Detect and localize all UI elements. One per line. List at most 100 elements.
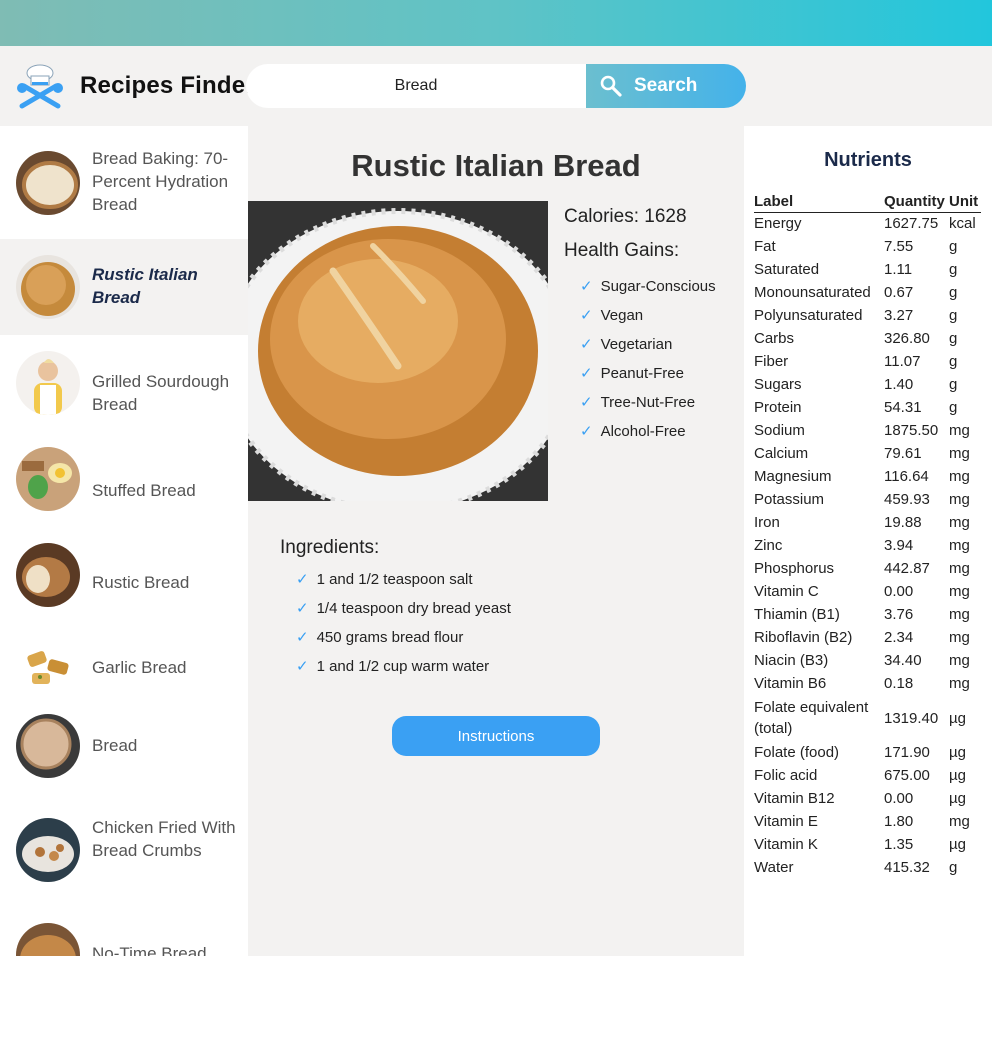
nutrient-label: Thiamin (B1) [754,606,840,623]
recipe-list-sidebar: Bread Baking: 70-Percent Hydration Bread… [0,126,248,956]
search-button-label: Search [634,75,698,96]
list-item: ✓ 1/4 teaspoon dry bread yeast [296,594,511,623]
nutrient-unit: mg [949,491,970,508]
nutrient-quantity: 3.27 [884,307,914,324]
instructions-button[interactable]: Instructions [392,716,600,756]
nutrient-quantity: 19.88 [884,514,922,531]
nutrient-unit: g [949,353,958,370]
list-item: ✓ Alcohol-Free [580,417,716,446]
recipe-thumbnail [16,543,80,607]
check-icon: ✓ [580,307,593,324]
check-icon: ✓ [580,336,593,353]
nutrient-label: Riboflavin (B2) [754,629,853,646]
nutrient-label: Sodium [754,422,805,439]
list-item: ✓ Peanut-Free [580,359,716,388]
table-row: Water 415.32 g [754,856,981,879]
sidebar-item-bread-baking[interactable]: Bread Baking: 70-Percent Hydration Bread [0,126,248,239]
nutrients-table: Label Quantity Unit Energy 1627.75 kcal Fat… [754,192,981,879]
nutrient-quantity: 3.94 [884,537,914,554]
nutrient-unit: mg [949,606,970,623]
recipe-detail-panel: Rustic Italian Bread Calories: 1628 Heal… [248,126,744,956]
nutrient-label: Sugars [754,376,802,393]
table-row: Carbs 326.80 g [754,327,981,350]
nutrient-label: Protein [754,399,802,416]
sidebar-item-stuffed-bread[interactable]: Stuffed Bread [0,439,248,535]
nutrient-quantity: 171.90 [884,744,930,761]
nutrient-quantity: 442.87 [884,560,930,577]
sidebar-item-no-time-bread[interactable]: No-Time Bread [0,911,248,956]
nutrient-unit: g [949,307,958,324]
nutrient-unit: mg [949,560,970,577]
list-item: ✓ Vegan [580,301,716,330]
nutrient-quantity: 1.11 [884,261,913,278]
nutrient-quantity: 1627.75 [884,215,939,233]
nutrient-quantity: 1.80 [884,813,914,830]
search-input[interactable] [246,64,586,108]
nutrient-label: Vitamin B12 [754,790,835,807]
table-row: Sugars 1.40 g [754,373,981,396]
table-row: Iron 19.88 mg [754,511,981,534]
table-header-row: Label Quantity Unit [754,192,981,213]
sidebar-item-label: Rustic Bread [92,573,190,592]
recipe-thumbnail [16,635,80,699]
nutrient-label: Vitamin B6 [754,675,827,692]
check-icon: ✓ [296,600,309,617]
nutrient-label: Vitamin E [754,813,818,830]
chef-hat-utensils-icon [17,64,63,109]
nutrient-quantity: 7.55 [884,238,914,255]
recipe-thumbnail [16,923,80,956]
sidebar-item-label: Bread Baking: 70-Percent Hydration Bread [92,149,229,214]
nutrient-quantity: 0.18 [884,675,914,692]
nutrient-label: Water [754,859,794,876]
nutrient-quantity: 1.40 [884,376,914,393]
column-header-quantity: Quantity [884,192,949,213]
table-row: Potassium 459.93 mg [754,488,981,511]
nutrient-unit: µg [949,744,966,761]
app-title: Recipes Finder [80,72,255,99]
recipe-thumbnail [16,151,80,215]
sidebar-item-chicken-fried[interactable]: Chicken Fried With Bread Crumbs [0,801,248,911]
sidebar-item-label: No-Time Bread [92,944,207,956]
nutrient-quantity: 1.35 [884,836,914,853]
table-row: Vitamin K 1.35 µg [754,833,981,856]
health-gains-list: ✓ Sugar-Conscious ✓ Vegan ✓ Vegetarian ✓ Pea… [580,272,716,446]
nutrient-quantity: 54.31 [884,399,922,416]
sidebar-item-rustic-bread[interactable]: Rustic Bread [0,535,248,631]
nutrient-quantity: 0.00 [884,790,914,807]
sidebar-item-garlic-bread[interactable]: Garlic Bread [0,631,248,711]
search-button[interactable]: Search [586,64,746,108]
sidebar-item-rustic-italian-bread[interactable]: Rustic Italian Bread [0,239,248,335]
nutrient-quantity: 3.76 [884,606,914,623]
nutrient-quantity: 415.32 [884,859,930,876]
nutrient-unit: g [949,859,958,876]
sidebar-item-grilled-sourdough[interactable]: Grilled Sourdough Bread [0,335,248,439]
nutrient-unit: mg [949,422,970,439]
recipe-thumbnail [16,447,80,511]
table-row: Folate (food) 171.90 µg [754,741,981,764]
nutrient-unit: g [949,284,958,301]
nutrient-unit: g [949,261,958,278]
table-row: Magnesium 116.64 mg [754,465,981,488]
sidebar-item-label: Rustic Italian Bread [92,265,198,307]
check-icon: ✓ [296,571,309,588]
table-row: Folic acid 675.00 µg [754,764,981,787]
sidebar-item-label: Stuffed Bread [92,481,196,500]
table-row: Energy 1627.75 kcal [754,212,981,235]
nutrient-unit: µg [949,767,966,784]
list-item: ✓ Vegetarian [580,330,716,359]
sidebar-item-label: Bread [92,736,138,755]
nutrient-label: Magnesium [754,468,832,485]
table-row: Fiber 11.07 g [754,350,981,373]
recipe-thumbnail [16,255,80,319]
list-item: ✓ Sugar-Conscious [580,272,716,301]
nutrient-unit: mg [949,445,970,462]
nutrient-unit: mg [949,675,970,692]
nutrient-label: Calcium [754,445,809,462]
list-item: ✓ Tree-Nut-Free [580,388,716,417]
nutrient-unit: mg [949,583,970,600]
recipe-title: Rustic Italian Bread [351,148,641,183]
check-icon: ✓ [580,423,593,440]
sidebar-item-bread[interactable]: Bread [0,711,248,801]
table-row: Zinc 3.94 mg [754,534,981,557]
check-icon: ✓ [580,278,593,295]
